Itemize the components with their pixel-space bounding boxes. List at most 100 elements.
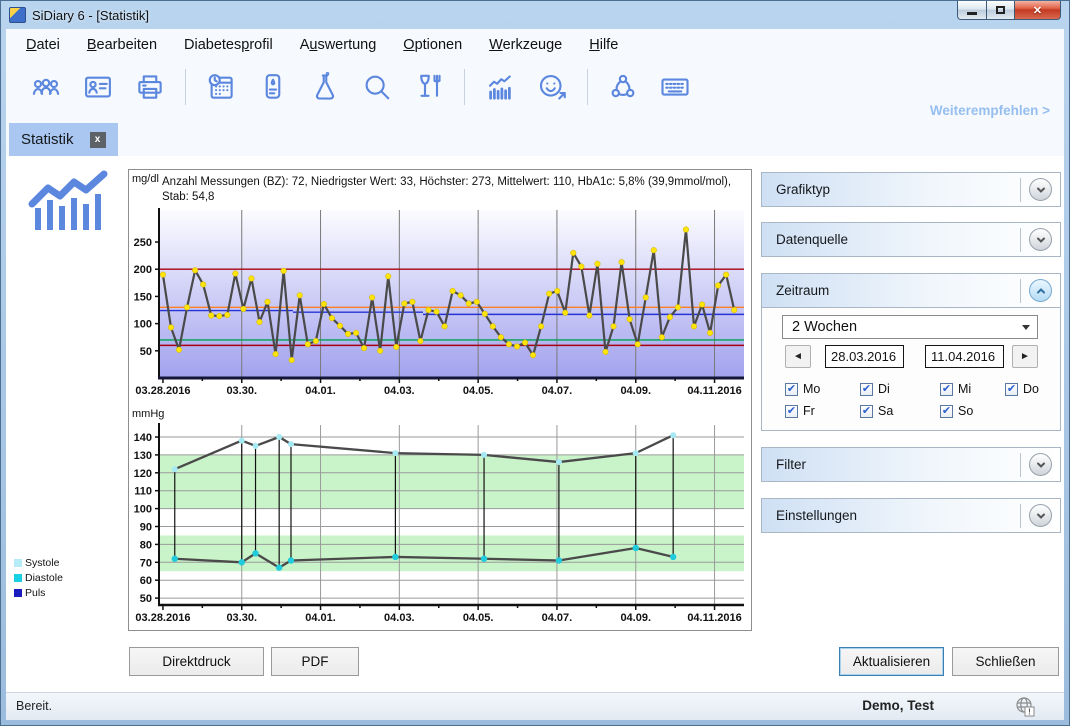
menu-item-diabetesprofil[interactable]: Diabetesprofil	[184, 37, 273, 53]
checkbox-check-icon: ✔	[860, 405, 873, 418]
maximize-icon	[996, 6, 1005, 14]
calendar-clock-icon[interactable]	[206, 72, 236, 102]
checkbox-check-icon: ✔	[860, 383, 873, 396]
printer-icon[interactable]	[135, 72, 165, 102]
glucose-unit-label: mg/dl	[132, 173, 159, 185]
range-value: 2 Wochen	[792, 319, 857, 335]
pdf-button[interactable]: PDF	[271, 647, 359, 676]
legend-label: Systole	[25, 557, 59, 569]
app-window: SiDiary 6 - [Statistik] ✕ DateiBearbeite…	[0, 0, 1070, 726]
svg-text:04.11.2016: 04.11.2016	[687, 385, 741, 397]
zeitraum-content: 2 Wochen ◄ ► ✔Mo✔Di✔Mi✔Do✔Fr✔Sa✔So	[761, 308, 1061, 431]
svg-text:04.03.: 04.03.	[384, 612, 415, 624]
checkbox-label: So	[958, 404, 973, 418]
weekday-checkbox-sa[interactable]: ✔Sa	[860, 404, 893, 418]
svg-text:04.05.: 04.05.	[463, 385, 494, 397]
zeitraum-range-select[interactable]: 2 Wochen	[782, 315, 1038, 339]
menu-item-optionen[interactable]: Optionen	[403, 37, 462, 53]
section-filter[interactable]: Filter	[761, 447, 1061, 482]
section-grafiktyp[interactable]: Grafiktyp	[761, 172, 1061, 207]
toolbar-separator	[587, 69, 588, 105]
tabbar: Statistik x	[6, 123, 1064, 156]
tab-close-icon[interactable]: x	[90, 132, 106, 148]
date-to-input[interactable]	[925, 345, 1004, 368]
chevron-down-icon[interactable]	[1029, 504, 1052, 527]
search-icon[interactable]	[362, 72, 392, 102]
users-icon[interactable]	[31, 72, 61, 102]
lab-flask-icon[interactable]	[310, 72, 340, 102]
menu-item-datei[interactable]: Datei	[26, 37, 60, 53]
svg-text:03.30.: 03.30.	[226, 612, 257, 624]
menu-item-werkzeuge[interactable]: Werkzeuge	[489, 37, 562, 53]
svg-text:120: 120	[134, 468, 152, 480]
nutrition-icon[interactable]	[414, 72, 444, 102]
svg-text:04.07.: 04.07.	[542, 612, 573, 624]
weekday-checkbox-mo[interactable]: ✔Mo	[785, 382, 820, 396]
chevron-down-icon[interactable]	[1029, 453, 1052, 476]
bp-unit-label: mmHg	[132, 408, 164, 420]
svg-text:130: 130	[134, 450, 152, 462]
svg-text:90: 90	[140, 522, 152, 534]
toolbar-separator	[464, 69, 465, 105]
chevron-down-icon[interactable]	[1029, 178, 1052, 201]
bp-legend: SystoleDiastolePuls	[14, 555, 63, 600]
toolbar-separator	[185, 69, 186, 105]
direktdruck-button[interactable]: Direktdruck	[129, 647, 264, 676]
weekday-checkbox-so[interactable]: ✔So	[940, 404, 973, 418]
section-einstellungen[interactable]: Einstellungen	[761, 498, 1061, 533]
svg-text:100: 100	[134, 504, 152, 516]
share-icon[interactable]	[608, 72, 638, 102]
minimize-button[interactable]	[957, 1, 987, 20]
svg-text:50: 50	[140, 593, 152, 605]
svg-text:200: 200	[134, 264, 152, 276]
svg-text:04.05.: 04.05.	[463, 612, 494, 624]
smiley-export-icon[interactable]	[537, 72, 567, 102]
aktualisieren-button[interactable]: Aktualisieren	[839, 647, 944, 676]
svg-text:150: 150	[134, 291, 152, 303]
section-zeitraum[interactable]: Zeitraum	[761, 273, 1061, 308]
recommend-link[interactable]: Weiterempfehlen >	[930, 103, 1050, 118]
weekday-checkbox-mi[interactable]: ✔Mi	[940, 382, 971, 396]
menubar: Datei Bearbeiten Diabetesprofil Auswertung O…	[6, 29, 1064, 61]
svg-text:110: 110	[134, 486, 152, 498]
svg-text:80: 80	[140, 539, 152, 551]
weekday-checkbox-di[interactable]: ✔Di	[860, 382, 890, 396]
chevron-up-icon[interactable]	[1029, 279, 1052, 302]
next-period-button[interactable]: ►	[1012, 345, 1038, 368]
svg-text:04.11.2016: 04.11.2016	[687, 612, 741, 624]
schliessen-button[interactable]: Schließen	[952, 647, 1059, 676]
menu-item-bearbeiten[interactable]: Bearbeiten	[87, 37, 157, 53]
menu-item-auswertung[interactable]: Auswertung	[300, 37, 377, 53]
legend-item: Systole	[14, 555, 63, 570]
status-text: Bereit.	[16, 699, 52, 713]
section-label: Einstellungen	[776, 508, 1020, 523]
svg-text:250: 250	[134, 237, 152, 249]
menu-item-hilfe[interactable]: Hilfe	[589, 37, 618, 53]
weekday-checkbox-fr[interactable]: ✔Fr	[785, 404, 815, 418]
chevron-down-icon[interactable]	[1029, 228, 1052, 251]
svg-text:140: 140	[134, 432, 152, 444]
svg-text:!: !	[1028, 708, 1031, 717]
legend-item: Puls	[14, 585, 63, 600]
date-from-input[interactable]	[825, 345, 904, 368]
section-datenquelle[interactable]: Datenquelle	[761, 222, 1061, 257]
bp-chart: 506070809010011012013014003.28.201603.30…	[131, 420, 749, 630]
settings-panel: Grafiktyp Datenquelle Zeitraum 2 Woc	[761, 156, 1061, 694]
checkbox-label: Fr	[803, 404, 815, 418]
keyboard-icon[interactable]	[660, 72, 690, 102]
svg-text:70: 70	[140, 557, 152, 569]
svg-text:04.03.: 04.03.	[384, 385, 415, 397]
svg-text:04.07.: 04.07.	[542, 385, 573, 397]
statistics-icon[interactable]	[485, 72, 515, 102]
weekday-checkbox-do[interactable]: ✔Do	[1005, 382, 1039, 396]
svg-text:100: 100	[134, 319, 152, 331]
contact-card-icon[interactable]	[83, 72, 113, 102]
legend-label: Puls	[25, 587, 45, 599]
maximize-button[interactable]	[987, 1, 1015, 20]
prev-period-button[interactable]: ◄	[785, 345, 811, 368]
glucose-meter-icon[interactable]	[258, 72, 288, 102]
toolbar	[6, 61, 1064, 113]
svg-text:04.09.: 04.09.	[620, 612, 651, 624]
close-button[interactable]: ✕	[1015, 1, 1061, 20]
tab-statistik[interactable]: Statistik x	[9, 123, 118, 156]
